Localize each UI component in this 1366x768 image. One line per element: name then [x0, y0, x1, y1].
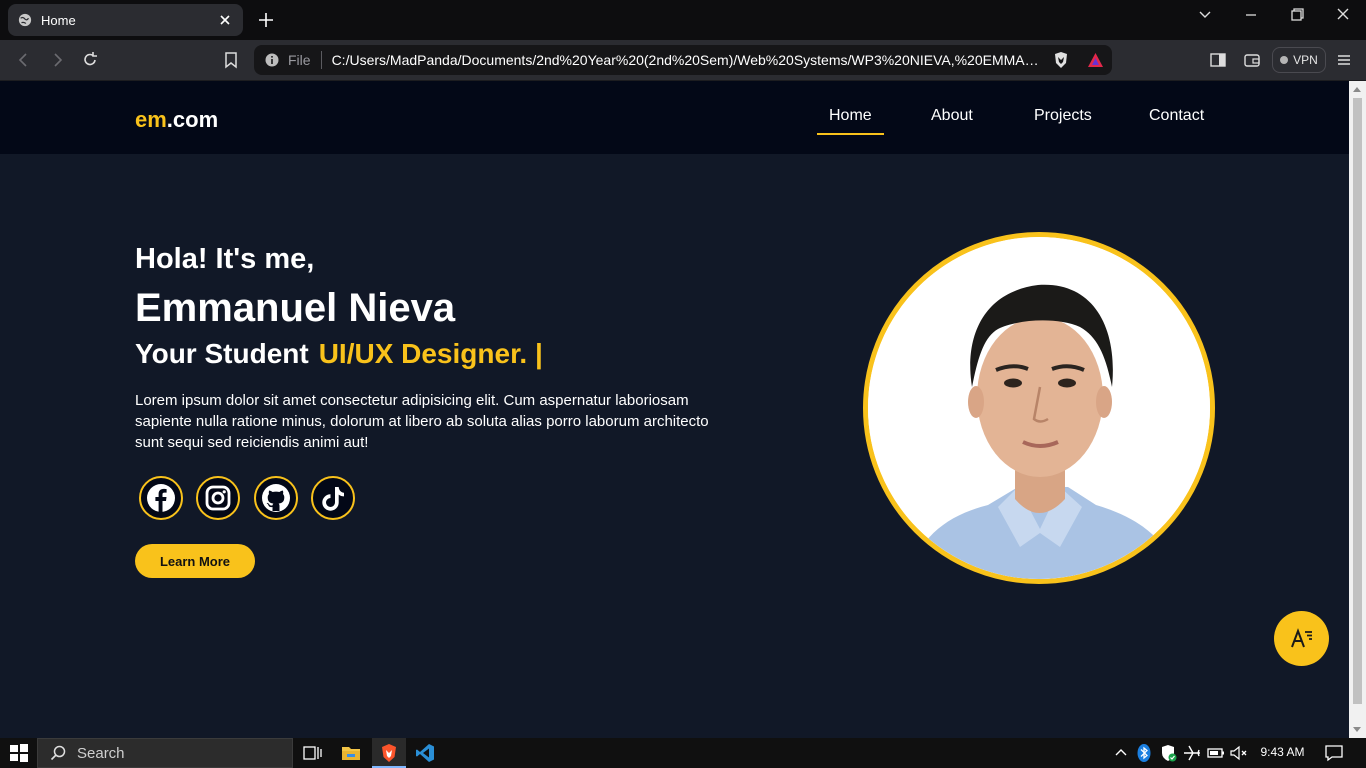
back-icon[interactable]	[14, 50, 34, 70]
file-explorer-icon[interactable]	[341, 743, 361, 763]
vpn-label: VPN	[1293, 53, 1318, 67]
close-tab-icon[interactable]	[217, 12, 233, 28]
scrollbar-thumb[interactable]	[1353, 98, 1362, 704]
nav-home[interactable]: Home	[817, 107, 884, 135]
url-scheme: File	[288, 52, 311, 68]
bluetooth-icon[interactable]	[1134, 743, 1154, 763]
page-scrollbar[interactable]	[1349, 81, 1366, 738]
scroll-down-icon[interactable]	[1353, 727, 1361, 732]
site-info-icon[interactable]	[265, 53, 279, 67]
github-link[interactable]	[254, 476, 298, 520]
accessibility-widget-button[interactable]	[1274, 611, 1329, 666]
github-icon	[262, 484, 290, 512]
vscode-icon[interactable]	[415, 743, 435, 763]
page-viewport: em.com Home About Projects Contact Hola!…	[0, 81, 1349, 738]
nav-about[interactable]: About	[931, 107, 973, 125]
facebook-link[interactable]	[139, 476, 183, 520]
restore-icon[interactable]	[1284, 6, 1310, 24]
site-logo[interactable]: em.com	[135, 107, 218, 133]
tiktok-link[interactable]	[311, 476, 355, 520]
nav-contact[interactable]: Contact	[1149, 107, 1204, 125]
browser-tabbar: Home	[0, 0, 1366, 40]
windows-start-icon[interactable]	[9, 743, 29, 763]
forward-icon[interactable]	[47, 50, 67, 70]
browser-toolbar: File C:/Users/MadPanda/Documents/2nd%20Y…	[0, 40, 1366, 81]
instagram-link[interactable]	[196, 476, 240, 520]
brave-rewards-icon[interactable]	[1087, 52, 1104, 68]
taskbar-search[interactable]: Search	[37, 738, 293, 768]
security-shield-icon[interactable]	[1158, 743, 1178, 763]
url-separator	[320, 51, 322, 69]
windows-taskbar: Search 9:43 AM	[0, 738, 1366, 768]
vpn-button[interactable]: VPN	[1272, 47, 1326, 73]
profile-portrait-image	[868, 237, 1210, 579]
text-accessibility-icon	[1290, 627, 1312, 647]
show-hidden-icons-chevron-icon[interactable]	[1111, 743, 1131, 763]
minimize-icon[interactable]	[1238, 6, 1264, 24]
sidebar-icon[interactable]	[1208, 50, 1228, 70]
brave-browser-icon	[382, 744, 396, 762]
bookmark-icon[interactable]	[221, 50, 241, 70]
nav-projects[interactable]: Projects	[1034, 107, 1092, 125]
brave-taskbar-item[interactable]	[372, 738, 406, 768]
logo-accent: em	[135, 107, 167, 132]
browser-tab-home[interactable]: Home	[8, 4, 243, 36]
instagram-icon	[205, 485, 231, 511]
address-bar[interactable]: File C:/Users/MadPanda/Documents/2nd%20Y…	[254, 45, 1112, 75]
brave-shields-icon[interactable]	[1053, 51, 1069, 69]
tiktok-icon	[322, 487, 344, 511]
menu-icon[interactable]	[1334, 50, 1354, 70]
learn-more-button[interactable]: Learn More	[135, 544, 255, 578]
facebook-icon	[147, 484, 175, 512]
profile-photo	[863, 232, 1215, 584]
wallet-icon[interactable]	[1242, 50, 1262, 70]
hero-role: Your Student UI/UX Designer. |	[135, 338, 543, 370]
hero-name: Emmanuel Nieva	[135, 286, 456, 330]
url-text[interactable]: C:/Users/MadPanda/Documents/2nd%20Year%2…	[332, 52, 1042, 68]
search-icon	[50, 745, 66, 761]
close-window-icon[interactable]	[1330, 6, 1356, 24]
tab-title: Home	[41, 12, 76, 28]
hero-greeting: Hola! It's me,	[135, 243, 315, 275]
role-prefix: Your Student	[135, 338, 309, 369]
notifications-icon[interactable]	[1324, 743, 1344, 763]
taskbar-clock[interactable]: 9:43 AM	[1255, 745, 1310, 759]
airplane-mode-icon[interactable]	[1182, 743, 1202, 763]
site-header: em.com Home About Projects Contact	[0, 81, 1349, 154]
task-view-icon[interactable]	[302, 743, 322, 763]
scroll-up-icon[interactable]	[1353, 87, 1361, 92]
logo-rest: .com	[166, 107, 219, 132]
hero-description: Lorem ipsum dolor sit amet consectetur a…	[135, 392, 709, 451]
vpn-status-icon	[1280, 56, 1289, 64]
reload-icon[interactable]	[80, 50, 100, 70]
tab-search-chevron-icon[interactable]	[1192, 6, 1218, 24]
role-typed-text: UI/UX Designer. |	[318, 338, 543, 369]
search-placeholder: Search	[77, 744, 125, 762]
volume-muted-icon[interactable]	[1229, 743, 1249, 763]
battery-icon[interactable]	[1206, 743, 1226, 763]
globe-icon	[18, 13, 32, 27]
new-tab-icon[interactable]	[256, 10, 276, 30]
